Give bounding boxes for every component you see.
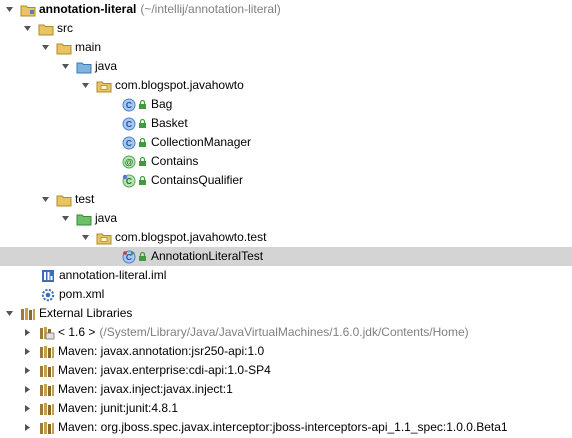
lock-icon bbox=[138, 251, 147, 262]
vertical-scrollbar[interactable] bbox=[568, 0, 572, 438]
tree-row-library[interactable]: Maven: javax.annotation:jsr250-api:1.0 bbox=[0, 342, 572, 361]
triangle-right-icon[interactable] bbox=[22, 422, 33, 433]
java-test-label: java bbox=[95, 211, 118, 225]
pom-label: pom.xml bbox=[59, 287, 105, 301]
main-label: main bbox=[75, 40, 102, 54]
triangle-right-icon[interactable] bbox=[22, 327, 33, 338]
jdk-label: < 1.6 > bbox=[58, 325, 96, 339]
bag-label: Bag bbox=[151, 97, 173, 111]
tree-row-pom[interactable]: pom.xml bbox=[0, 285, 572, 304]
folder-icon bbox=[56, 40, 72, 56]
triangle-down-icon[interactable] bbox=[4, 4, 15, 15]
tree-row-bag[interactable]: C Bag bbox=[0, 95, 572, 114]
lock-icon bbox=[138, 99, 147, 110]
test-label: test bbox=[75, 192, 95, 206]
tree-row-jdk[interactable]: < 1.6 > (/System/Library/Java/JavaVirtua… bbox=[0, 323, 572, 342]
triangle-down-icon[interactable] bbox=[40, 42, 51, 53]
tree-row-java-main[interactable]: java bbox=[0, 57, 572, 76]
triangle-down-icon[interactable] bbox=[80, 80, 91, 91]
lock-icon bbox=[138, 175, 147, 186]
project-path: (~/intellij/annotation-literal) bbox=[140, 2, 281, 16]
tree-row-package-main[interactable]: com.blogspot.javahowto bbox=[0, 76, 572, 95]
contains-qualifier-label: ContainsQualifier bbox=[151, 173, 244, 187]
tree-row-iml[interactable]: annotation-literal.iml bbox=[0, 266, 572, 285]
maven-pom-icon bbox=[40, 287, 56, 303]
tree-row-basket[interactable]: C Basket bbox=[0, 114, 572, 133]
tree-row-project-root[interactable]: annotation-literal (~/intellij/annotatio… bbox=[0, 0, 572, 19]
tree-row-src[interactable]: src bbox=[0, 19, 572, 38]
library-icon bbox=[39, 363, 55, 379]
collection-manager-label: CollectionManager bbox=[151, 135, 252, 149]
src-label: src bbox=[57, 21, 73, 35]
test-folder-icon bbox=[76, 211, 92, 227]
library-icon bbox=[20, 306, 36, 322]
library-label: Maven: javax.enterprise:cdi-api:1.0-SP4 bbox=[58, 363, 271, 377]
triangle-down-icon[interactable] bbox=[22, 23, 33, 34]
project-tree[interactable]: annotation-literal (~/intellij/annotatio… bbox=[0, 0, 572, 438]
class-icon: C bbox=[121, 135, 137, 151]
contains-label: Contains bbox=[151, 154, 199, 168]
lock-icon bbox=[138, 156, 147, 167]
package-test-label: com.blogspot.javahowto.test bbox=[115, 230, 267, 244]
java-main-label: java bbox=[95, 59, 118, 73]
basket-label: Basket bbox=[151, 116, 188, 130]
triangle-down-icon[interactable] bbox=[4, 308, 15, 319]
svg-text:C: C bbox=[126, 138, 132, 148]
annotation-literal-test-label: AnnotationLiteralTest bbox=[151, 249, 264, 263]
triangle-right-icon[interactable] bbox=[22, 346, 33, 357]
test-class-icon: C bbox=[121, 249, 137, 265]
library-icon bbox=[39, 382, 55, 398]
tree-row-annotation-literal-test[interactable]: C AnnotationLiteralTest bbox=[0, 247, 572, 266]
jdk-path: (/System/Library/Java/JavaVirtualMachine… bbox=[99, 325, 469, 339]
module-folder-icon bbox=[20, 2, 36, 18]
class-icon: C bbox=[121, 116, 137, 132]
annotation-literal-icon: C bbox=[121, 173, 137, 189]
source-folder-icon bbox=[76, 59, 92, 75]
svg-text:C: C bbox=[126, 119, 132, 129]
folder-icon bbox=[56, 192, 72, 208]
library-icon bbox=[39, 420, 55, 436]
tree-row-library[interactable]: Maven: javax.inject:javax.inject:1 bbox=[0, 380, 572, 399]
tree-row-contains-qualifier[interactable]: C ContainsQualifier bbox=[0, 171, 572, 190]
tree-row-library[interactable]: Maven: javax.enterprise:cdi-api:1.0-SP4 bbox=[0, 361, 572, 380]
tree-row-java-test[interactable]: java bbox=[0, 209, 572, 228]
library-label: Maven: org.jboss.spec.javax.interceptor:… bbox=[58, 420, 508, 434]
annotation-icon: @ bbox=[121, 154, 137, 170]
svg-text:@: @ bbox=[125, 157, 133, 167]
triangle-right-icon[interactable] bbox=[22, 403, 33, 414]
folder-icon bbox=[38, 21, 54, 37]
triangle-down-icon[interactable] bbox=[60, 213, 71, 224]
external-libraries-label: External Libraries bbox=[39, 306, 133, 320]
triangle-down-icon[interactable] bbox=[40, 194, 51, 205]
triangle-right-icon[interactable] bbox=[22, 365, 33, 376]
tree-row-main[interactable]: main bbox=[0, 38, 572, 57]
tree-row-test[interactable]: test bbox=[0, 190, 572, 209]
jdk-icon bbox=[39, 325, 55, 341]
project-name: annotation-literal bbox=[39, 2, 137, 16]
tree-row-external-libraries[interactable]: External Libraries bbox=[0, 304, 572, 323]
library-icon bbox=[39, 344, 55, 360]
library-label: Maven: junit:junit:4.8.1 bbox=[58, 401, 179, 415]
triangle-down-icon[interactable] bbox=[80, 232, 91, 243]
package-icon bbox=[96, 230, 112, 246]
library-label: Maven: javax.annotation:jsr250-api:1.0 bbox=[58, 344, 265, 358]
tree-row-library[interactable]: Maven: org.jboss.spec.javax.interceptor:… bbox=[0, 418, 572, 437]
svg-text:C: C bbox=[126, 100, 132, 110]
lock-icon bbox=[138, 118, 147, 129]
tree-row-library[interactable]: Maven: junit:junit:4.8.1 bbox=[0, 399, 572, 418]
tree-row-collection-manager[interactable]: C CollectionManager bbox=[0, 133, 572, 152]
module-file-icon bbox=[40, 268, 56, 284]
library-icon bbox=[39, 401, 55, 417]
package-main-label: com.blogspot.javahowto bbox=[115, 78, 244, 92]
class-icon: C bbox=[121, 97, 137, 113]
iml-label: annotation-literal.iml bbox=[59, 268, 167, 282]
library-label: Maven: javax.inject:javax.inject:1 bbox=[58, 382, 233, 396]
triangle-down-icon[interactable] bbox=[60, 61, 71, 72]
tree-row-contains[interactable]: @ Contains bbox=[0, 152, 572, 171]
tree-row-package-test[interactable]: com.blogspot.javahowto.test bbox=[0, 228, 572, 247]
triangle-right-icon[interactable] bbox=[22, 384, 33, 395]
lock-icon bbox=[138, 137, 147, 148]
package-icon bbox=[96, 78, 112, 94]
